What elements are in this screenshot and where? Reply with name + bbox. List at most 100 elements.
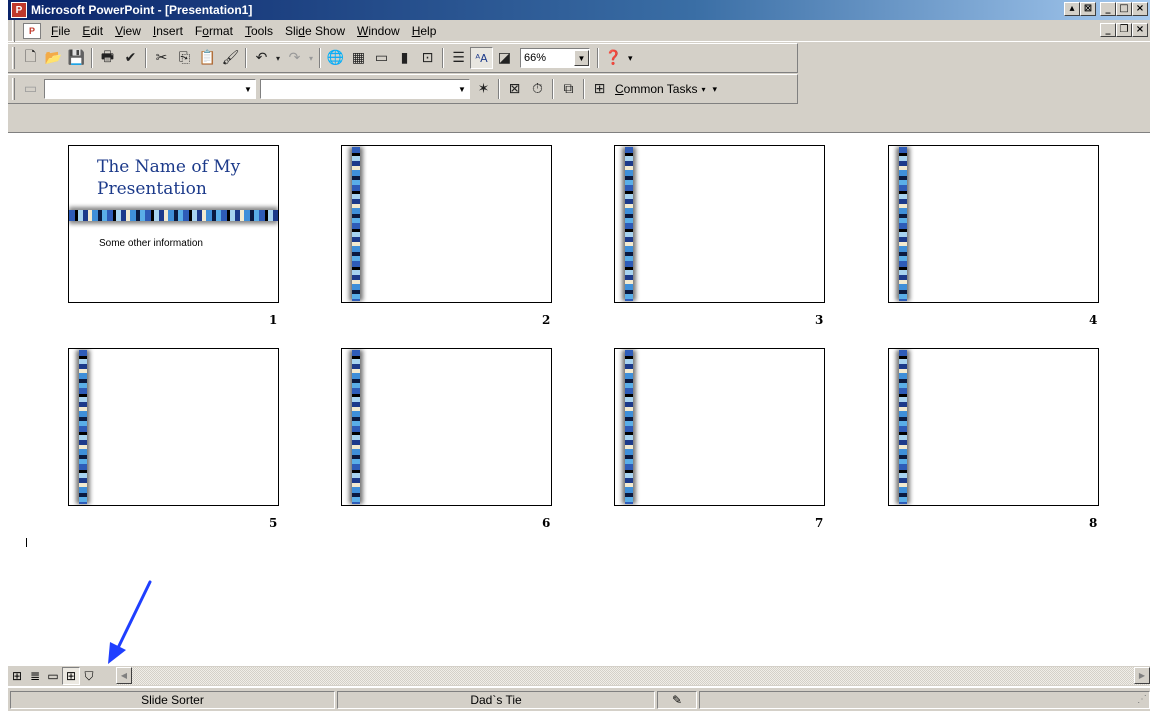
separator bbox=[245, 48, 247, 68]
design-strip bbox=[352, 350, 360, 504]
close-button[interactable]: × bbox=[1132, 2, 1148, 16]
menu-item-accel: d bbox=[298, 23, 305, 38]
menu-item[interactable]: Format bbox=[189, 24, 239, 38]
toolbar-grip[interactable] bbox=[12, 78, 15, 100]
menu-item[interactable]: Window bbox=[351, 24, 406, 38]
toolbar-options-icon[interactable]: ▾ bbox=[625, 53, 636, 64]
common-tasks-button[interactable]: Common Tasks ▾ bbox=[611, 82, 710, 96]
undo-icon[interactable]: ↶ bbox=[250, 47, 273, 69]
application-chrome: P File Edit View Insert Format Tools Slide Sho… bbox=[8, 19, 1150, 132]
font-size-dropdown-icon[interactable]: ▼ bbox=[455, 85, 469, 94]
menu-item[interactable]: Edit bbox=[76, 24, 109, 38]
maximize-button[interactable]: □ bbox=[1116, 2, 1132, 16]
presentation-doc-icon[interactable]: P bbox=[23, 22, 41, 39]
powerpoint-icon[interactable]: P bbox=[11, 2, 27, 18]
save-icon[interactable]: 💾 bbox=[65, 47, 88, 69]
slide-thumbnail[interactable]: The Name of My Presentation Some other in… bbox=[68, 145, 279, 303]
slide-view-icon[interactable]: ▭ bbox=[44, 667, 62, 685]
expand-all-icon[interactable]: ☰ bbox=[447, 47, 470, 69]
help-icon[interactable]: ❓ bbox=[602, 47, 625, 69]
new-slide-icon[interactable]: ⊡ bbox=[416, 47, 439, 69]
comment-icon[interactable]: ▭ bbox=[19, 78, 42, 100]
cut-icon[interactable]: ✂ bbox=[150, 47, 173, 69]
menu-items: File Edit View Insert Format Tools Slide Show W… bbox=[45, 24, 442, 38]
formatting-toolbar: ▭ ▼ ▼ ✶ ⊠ ⏱ ⧉ ⊞ Common Tasks ▾ ▾ bbox=[8, 74, 798, 104]
show-formatting-icon[interactable]: ᴬA bbox=[470, 47, 493, 69]
insertion-cursor bbox=[26, 538, 27, 547]
menu-item[interactable]: Slide Show bbox=[279, 24, 351, 38]
menu-item-post: e Show bbox=[304, 23, 346, 38]
view-buttons-row: ⊞ ≣ ▭ ⊞ ⛉ ◀ ▶ bbox=[8, 666, 1150, 686]
minimize-button[interactable]: _ bbox=[1100, 2, 1116, 16]
normal-view-icon[interactable]: ⊞ bbox=[8, 667, 26, 685]
redo-dropdown-icon[interactable]: ▾ bbox=[306, 47, 316, 69]
slide-sorter-workspace: The Name of My Presentation Some other in… bbox=[8, 132, 1150, 666]
menu-item[interactable]: Help bbox=[406, 24, 443, 38]
insert-table-icon[interactable]: ▭ bbox=[370, 47, 393, 69]
zoom-dropdown-icon[interactable]: ▼ bbox=[574, 50, 589, 66]
slide-sorter-view-icon[interactable]: ⊞ bbox=[62, 667, 80, 685]
redo-icon[interactable]: ↷ bbox=[283, 47, 306, 69]
menu-grip[interactable] bbox=[12, 19, 15, 42]
slide-thumbnail[interactable] bbox=[68, 348, 279, 506]
copy-icon[interactable]: ⎘ bbox=[173, 47, 196, 69]
status-design-label: Dad`s Tie bbox=[470, 692, 522, 707]
slide-show-icon[interactable]: ⛉ bbox=[80, 667, 98, 685]
animation-effects-icon[interactable]: ✶ bbox=[472, 78, 495, 100]
menu-item-accel: V bbox=[115, 23, 123, 38]
resize-grip-icon[interactable]: ⋰ bbox=[1137, 694, 1147, 705]
grayscale-preview-icon[interactable]: ◪ bbox=[493, 47, 516, 69]
menu-item-post: ile bbox=[58, 23, 71, 38]
tables-borders-icon[interactable]: ▦ bbox=[347, 47, 370, 69]
undo-dropdown-icon[interactable]: ▾ bbox=[273, 47, 283, 69]
slide-thumbnail[interactable] bbox=[888, 348, 1099, 506]
scroll-left-icon[interactable]: ◀ bbox=[116, 667, 132, 684]
slide-thumbnail[interactable] bbox=[888, 145, 1099, 303]
slide-thumbnail[interactable] bbox=[614, 145, 825, 303]
menu-item[interactable]: Tools bbox=[239, 24, 279, 38]
toolbar-grip[interactable] bbox=[12, 47, 15, 69]
status-remaining: ⋰ bbox=[699, 690, 1150, 709]
rehearse-timings-icon[interactable]: ⏱ bbox=[526, 78, 549, 100]
menu-item-post: iew bbox=[122, 23, 141, 38]
format-painter-icon[interactable]: 🖌 bbox=[219, 47, 242, 69]
common-tasks-icon[interactable]: ⊞ bbox=[588, 78, 611, 100]
open-icon[interactable]: 📂 bbox=[42, 47, 65, 69]
slide-thumbnail[interactable] bbox=[341, 348, 552, 506]
menu-item-post: rmat bbox=[208, 23, 233, 38]
insert-chart-icon[interactable]: ▮ bbox=[393, 47, 416, 69]
hide-slide-icon[interactable]: ⊠ bbox=[503, 78, 526, 100]
separator bbox=[91, 48, 93, 68]
spelling-icon[interactable]: ✔ bbox=[119, 47, 142, 69]
menu-item[interactable]: View bbox=[109, 24, 147, 38]
status-bar: Slide Sorter Dad`s Tie ✎ ⋰ bbox=[8, 688, 1150, 711]
design-strip bbox=[352, 147, 360, 301]
font-size-combo[interactable]: ▼ bbox=[260, 79, 470, 99]
scroll-right-icon[interactable]: ▶ bbox=[1134, 667, 1150, 684]
toolbar-options-icon[interactable]: ▾ bbox=[710, 84, 721, 95]
font-dropdown-icon[interactable]: ▼ bbox=[241, 85, 255, 94]
slide-number: 7 bbox=[815, 516, 824, 530]
slide-thumbnail[interactable] bbox=[614, 348, 825, 506]
outline-view-icon[interactable]: ≣ bbox=[26, 667, 44, 685]
font-combo[interactable]: ▼ bbox=[44, 79, 256, 99]
doc-close-button[interactable]: × bbox=[1132, 23, 1148, 37]
separator bbox=[319, 48, 321, 68]
status-spelling: ✎ bbox=[657, 690, 697, 709]
doc-restore-button[interactable]: ❐ bbox=[1116, 23, 1132, 37]
help-mode-icon[interactable]: ⊠ bbox=[1080, 2, 1096, 16]
document-window-controls: _ ❐ × bbox=[1100, 23, 1148, 37]
hyperlink-icon[interactable]: 🌐 bbox=[324, 47, 347, 69]
horizontal-scrollbar[interactable]: ◀ ▶ bbox=[116, 667, 1150, 685]
slide-thumbnail[interactable] bbox=[341, 145, 552, 303]
menu-item[interactable]: File bbox=[45, 24, 76, 38]
menu-item[interactable]: Insert bbox=[147, 24, 189, 38]
menu-bar: P File Edit View Insert Format Tools Slide Sho… bbox=[8, 19, 1150, 42]
doc-minimize-button[interactable]: _ bbox=[1100, 23, 1116, 37]
summary-slide-icon[interactable]: ⧉ bbox=[557, 78, 580, 100]
zoom-box[interactable]: 66% ▼ bbox=[520, 48, 590, 68]
scroll-up-icon[interactable]: ▴ bbox=[1064, 2, 1080, 16]
paste-icon[interactable]: 📋 bbox=[196, 47, 219, 69]
print-icon[interactable]: 🖶 bbox=[96, 47, 119, 69]
new-icon[interactable]: 🗋 bbox=[19, 47, 42, 69]
